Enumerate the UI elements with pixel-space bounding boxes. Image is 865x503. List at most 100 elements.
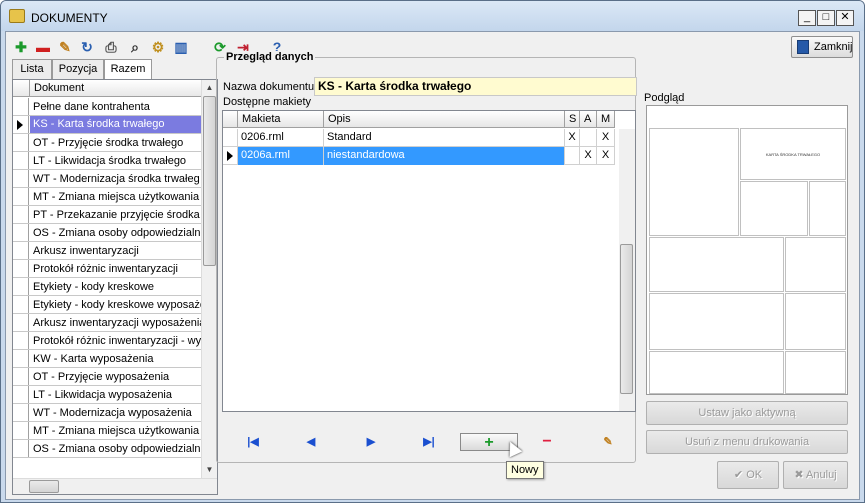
list-item[interactable]: Etykiety - kody kreskowe bbox=[13, 278, 203, 296]
row-indicator bbox=[13, 98, 29, 115]
list-item[interactable]: Arkusz inwentaryzacji wyposażenia bbox=[13, 314, 203, 332]
list-item[interactable]: Protokół różnic inwentaryzacji - wyp bbox=[13, 332, 203, 350]
list-item[interactable]: Protokół różnic inwentaryzacji bbox=[13, 260, 203, 278]
edit-template-icon[interactable]: ✎ bbox=[597, 433, 619, 451]
door-icon bbox=[797, 40, 809, 54]
next-record-icon[interactable]: ▶ bbox=[360, 433, 382, 451]
list-item[interactable]: Etykiety - kody kreskowe wyposaże bbox=[13, 296, 203, 314]
cancel-button[interactable]: ✖ Anuluj bbox=[783, 461, 848, 489]
column-header-m[interactable]: M bbox=[597, 111, 615, 128]
cell-opis[interactable]: niestandardowa bbox=[324, 147, 565, 165]
row-indicator bbox=[13, 188, 29, 205]
preview-box bbox=[785, 237, 846, 292]
list-item[interactable]: PT - Przekazanie przyjęcie środka t bbox=[13, 206, 203, 224]
row-indicator bbox=[13, 260, 29, 277]
search-icon[interactable]: ⌕ bbox=[126, 38, 144, 56]
preview-label: Podgląd bbox=[644, 92, 685, 104]
row-indicator bbox=[13, 332, 29, 349]
column-header-a[interactable]: A bbox=[580, 111, 597, 128]
first-record-icon[interactable]: |◀ bbox=[242, 433, 264, 451]
list-item[interactable]: OT - Przyjęcie wyposażenia bbox=[13, 368, 203, 386]
cancel-label: Anuluj bbox=[806, 469, 837, 481]
list-item[interactable]: MT - Zmiana miejsca użytkowania ś bbox=[13, 188, 203, 206]
list-item[interactable]: KW - Karta wyposażenia bbox=[13, 350, 203, 368]
list-item-label: WT - Modernizacja wyposażenia bbox=[33, 407, 192, 419]
ok-button[interactable]: ✔ OK bbox=[717, 461, 779, 489]
scroll-down-icon[interactable]: ▼ bbox=[202, 462, 217, 478]
cell-a[interactable] bbox=[580, 129, 597, 147]
row-indicator bbox=[13, 404, 29, 421]
columns-icon[interactable]: ▥ bbox=[172, 38, 190, 56]
remove-from-print-menu-button[interactable]: Usuń z menu drukowania bbox=[646, 430, 848, 454]
preview-pane: KARTA ŚRODKA TRWAŁEGO bbox=[646, 105, 848, 395]
list-item-label: OS - Zmiana osoby odpowiedzialne bbox=[33, 443, 203, 455]
close-window-button[interactable]: ✕ bbox=[836, 10, 854, 26]
column-header-s[interactable]: S bbox=[565, 111, 580, 128]
table-row[interactable]: 0206.rml Standard X X bbox=[223, 129, 615, 147]
list-item[interactable]: OT - Przyjęcie środka trwałego bbox=[13, 134, 203, 152]
prev-record-icon[interactable]: ◀ bbox=[300, 433, 322, 451]
ok-label: OK bbox=[746, 469, 763, 481]
list-item[interactable]: WT - Modernizacja wyposażenia bbox=[13, 404, 203, 422]
cell-makieta[interactable]: 0206.rml bbox=[238, 129, 324, 147]
column-header-makieta[interactable]: Makieta bbox=[238, 111, 324, 128]
close-button[interactable]: Zamknij bbox=[791, 36, 853, 58]
last-record-icon[interactable]: ▶| bbox=[418, 433, 440, 451]
table-row[interactable]: 0206a.rml niestandardowa X X bbox=[223, 147, 615, 165]
cell-m[interactable]: X bbox=[597, 147, 615, 165]
scroll-up-icon[interactable]: ▲ bbox=[202, 80, 217, 96]
column-header-opis[interactable]: Opis bbox=[324, 111, 565, 128]
list-item-label: Etykiety - kody kreskowe bbox=[33, 281, 155, 293]
list-item-label: KW - Karta wyposażenia bbox=[33, 353, 154, 365]
window: DOKUMENTY _ □ ✕ ✚ ▬ ✎ ↻ ⎙ ⌕ ⚙ ▥ ⟳ ⇥ ? Za… bbox=[0, 0, 865, 503]
list-item[interactable]: Arkusz inwentaryzacji bbox=[13, 242, 203, 260]
grid-vertical-scrollbar[interactable] bbox=[619, 129, 635, 411]
set-active-button[interactable]: Ustaw jako aktywną bbox=[646, 401, 848, 425]
list-item[interactable]: Pełne dane kontrahenta bbox=[13, 98, 203, 116]
list-item[interactable]: OS - Zmiana osoby odpowiedzialne bbox=[13, 224, 203, 242]
list-item[interactable]: MT - Zmiana miejsca użytkowania w bbox=[13, 422, 203, 440]
cell-opis[interactable]: Standard bbox=[324, 129, 565, 147]
list-item-label: Arkusz inwentaryzacji wyposażenia bbox=[33, 317, 203, 329]
list-item-label: OT - Przyjęcie środka trwałego bbox=[33, 137, 184, 149]
cell-makieta[interactable]: 0206a.rml bbox=[238, 147, 324, 165]
overview-title: Przegląd danych bbox=[224, 51, 316, 63]
cell-s[interactable]: X bbox=[565, 129, 580, 147]
hscroll-thumb[interactable] bbox=[29, 480, 59, 493]
list-item-label: MT - Zmiana miejsca użytkowania w bbox=[33, 425, 203, 437]
tab-razem[interactable]: Razem bbox=[104, 59, 152, 80]
remove-icon[interactable]: ▬ bbox=[34, 38, 52, 56]
add-icon[interactable]: ✚ bbox=[12, 38, 30, 56]
preview-box bbox=[740, 181, 808, 236]
tooltip: Nowy bbox=[506, 461, 544, 479]
doc-name-field[interactable]: KS - Karta środka trwałego bbox=[314, 77, 637, 96]
list-item-label: WT - Modernizacja środka trwałeg bbox=[33, 173, 200, 185]
cell-a[interactable]: X bbox=[580, 147, 597, 165]
list-item[interactable]: LT - Likwidacja wyposażenia bbox=[13, 386, 203, 404]
tab-pozycja[interactable]: Pozycja bbox=[52, 59, 104, 79]
list-item[interactable]: WT - Modernizacja środka trwałeg bbox=[13, 170, 203, 188]
list-horizontal-scrollbar[interactable] bbox=[13, 478, 217, 494]
list-item[interactable]: OS - Zmiana osoby odpowiedzialne bbox=[13, 440, 203, 458]
row-indicator bbox=[13, 134, 29, 151]
list-item-label: Protokół różnic inwentaryzacji bbox=[33, 263, 178, 275]
list-vertical-scrollbar[interactable]: ▲ ▼ bbox=[201, 80, 217, 478]
delete-template-icon[interactable]: − bbox=[536, 433, 558, 451]
list-item[interactable]: KS - Karta środka trwałego bbox=[13, 116, 203, 134]
maximize-button[interactable]: □ bbox=[817, 10, 835, 26]
cell-s[interactable] bbox=[565, 147, 580, 165]
grid-scroll-thumb[interactable] bbox=[620, 244, 633, 394]
minimize-button[interactable]: _ bbox=[798, 10, 816, 26]
edit-icon[interactable]: ✎ bbox=[56, 38, 74, 56]
templates-label: Dostępne makiety bbox=[223, 96, 312, 108]
cell-m[interactable]: X bbox=[597, 129, 615, 147]
row-indicator bbox=[13, 368, 29, 385]
settings-icon[interactable]: ⚙ bbox=[149, 38, 167, 56]
list-item[interactable]: LT - Likwidacja środka trwałego bbox=[13, 152, 203, 170]
print-icon[interactable]: ⎙ bbox=[102, 38, 120, 56]
tab-lista[interactable]: Lista bbox=[12, 59, 52, 79]
scroll-thumb[interactable] bbox=[203, 96, 216, 266]
column-header-dokument[interactable]: Dokument bbox=[29, 80, 84, 97]
refresh-doc-icon[interactable]: ↻ bbox=[78, 38, 96, 56]
list-rows: Pełne dane kontrahenta KS - Karta środka … bbox=[13, 98, 203, 458]
